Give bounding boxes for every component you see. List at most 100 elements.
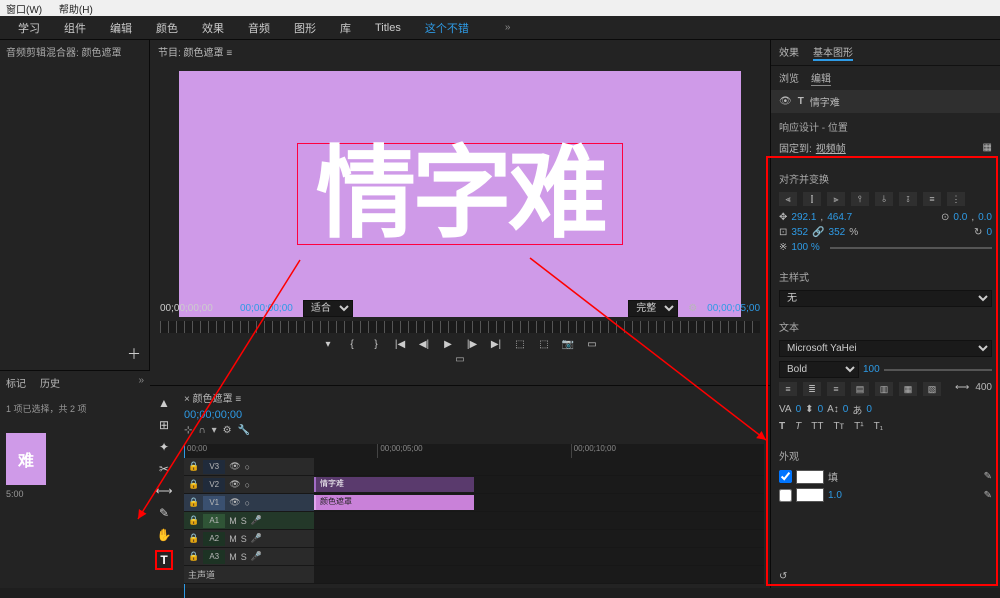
voiceover-icon[interactable]: 🎤 xyxy=(251,533,262,544)
toggle-output-icon[interactable]: 👁 xyxy=(229,479,240,490)
rotation[interactable]: 0 xyxy=(986,227,992,238)
master-style-select[interactable]: 无 xyxy=(779,290,992,307)
slip-tool-icon[interactable]: ⟷ xyxy=(155,484,172,498)
voiceover-icon[interactable]: 🎤 xyxy=(251,551,262,562)
position-y[interactable]: 464.7 xyxy=(827,212,852,223)
all-caps-icon[interactable]: TT xyxy=(811,421,823,432)
text-clip[interactable]: 情字难 xyxy=(314,477,474,492)
program-scrubber[interactable] xyxy=(160,321,760,333)
layer-name[interactable]: 情字难 xyxy=(810,94,840,109)
voiceover-icon[interactable]: 🎤 xyxy=(251,515,262,526)
anchor-y[interactable]: 0.0 xyxy=(978,212,992,223)
small-caps-icon[interactable]: Tᴛ xyxy=(833,421,844,432)
snap-icon[interactable]: ⊹ xyxy=(184,425,192,436)
browse-tab[interactable]: 浏览 xyxy=(779,70,799,86)
menu-help[interactable]: 帮助(H) xyxy=(59,5,93,16)
hand-tool-icon[interactable]: ✋ xyxy=(157,528,172,542)
distribute-h-icon[interactable]: ≡ xyxy=(923,192,941,206)
track-label[interactable]: A2 xyxy=(203,532,225,546)
edit-tab[interactable]: 编辑 xyxy=(811,70,831,86)
pin-grid-icon[interactable]: ▦ xyxy=(983,142,992,153)
font-size[interactable]: 100 xyxy=(863,364,880,375)
baseline[interactable]: 0 xyxy=(843,404,849,415)
tsume[interactable]: 0 xyxy=(866,404,872,415)
superscript-icon[interactable]: T¹ xyxy=(854,421,863,432)
align-right-icon[interactable]: ⫸ xyxy=(827,192,845,206)
play-icon[interactable]: ▶ xyxy=(440,339,456,350)
tab-library[interactable]: 库 xyxy=(340,20,351,36)
selection-tool-icon[interactable]: ▲ xyxy=(158,396,170,410)
essential-graphics-tab[interactable]: 基本图形 xyxy=(813,44,853,61)
justify-all-icon[interactable]: ▧ xyxy=(923,382,941,396)
extract-icon[interactable]: ⬚ xyxy=(536,339,552,350)
tab-edit[interactable]: 编辑 xyxy=(110,20,132,36)
text-bounding-box[interactable]: 情字难 xyxy=(297,143,623,245)
stroke-width[interactable]: 1.0 xyxy=(828,490,842,501)
track-a3[interactable] xyxy=(314,548,764,565)
align-left-icon[interactable]: ⫷ xyxy=(779,192,797,206)
video-canvas[interactable]: 情字难 xyxy=(179,71,741,317)
tab-audio[interactable]: 音频 xyxy=(248,20,270,36)
subscript-icon[interactable]: T₁ xyxy=(874,421,883,432)
wrench-icon[interactable]: 🔧 xyxy=(238,425,250,436)
goto-out-icon[interactable]: ▶| xyxy=(488,339,504,350)
stroke-swatch[interactable] xyxy=(796,488,824,502)
mark-in-icon[interactable]: { xyxy=(344,339,360,350)
tab-effects[interactable]: 效果 xyxy=(202,20,224,36)
align-top-icon[interactable]: ⫯ xyxy=(851,192,869,206)
leading[interactable]: 0 xyxy=(818,404,824,415)
align-center-text-icon[interactable]: ≣ xyxy=(803,382,821,396)
track-v2[interactable]: 情字难 xyxy=(314,476,764,493)
track-v3[interactable] xyxy=(314,458,764,475)
track-v1[interactable]: 颜色遮罩 xyxy=(314,494,764,511)
compare-icon[interactable]: ▭ xyxy=(584,339,600,350)
tab-color[interactable]: 颜色 xyxy=(156,20,178,36)
tab-overflow-icon[interactable]: » xyxy=(505,22,511,33)
track-a1[interactable] xyxy=(314,512,764,529)
track-a2[interactable] xyxy=(314,530,764,547)
tab-assembly[interactable]: 组件 xyxy=(64,20,86,36)
timeline-timecode[interactable]: 00;00;00;00 xyxy=(184,409,764,421)
timecode-current[interactable]: 00;00;00;00 xyxy=(240,303,293,314)
justify-icon[interactable]: ▤ xyxy=(851,382,869,396)
weight-select[interactable]: Bold xyxy=(779,361,859,378)
type-tool-icon[interactable]: T xyxy=(155,550,172,570)
clip-thumbnail[interactable]: 难 xyxy=(6,433,46,485)
track-label[interactable]: A1 xyxy=(203,514,225,528)
justify-last-right-icon[interactable]: ▦ xyxy=(899,382,917,396)
add-icon[interactable]: ＋ xyxy=(127,344,141,364)
align-left-text-icon[interactable]: ≡ xyxy=(779,382,797,396)
track-label[interactable]: V1 xyxy=(203,496,225,510)
pin-target[interactable]: 视频帧 xyxy=(816,140,846,155)
goto-in-icon[interactable]: |◀ xyxy=(392,339,408,350)
razor-tool-icon[interactable]: ✂ xyxy=(159,462,169,476)
ripple-tool-icon[interactable]: ✦ xyxy=(159,440,169,454)
align-bottom-icon[interactable]: ⫱ xyxy=(899,192,917,206)
step-fwd-icon[interactable]: |▶ xyxy=(464,339,480,350)
fill-swatch[interactable] xyxy=(796,470,824,484)
track-label[interactable]: V3 xyxy=(203,460,225,474)
export-frame-icon[interactable]: 📷 xyxy=(560,339,576,350)
align-center-h-icon[interactable]: ⫿ xyxy=(803,192,821,206)
video-clip[interactable]: 颜色遮罩 xyxy=(314,495,474,510)
link-icon[interactable]: 🔗 xyxy=(812,227,824,238)
tracking[interactable]: 400 xyxy=(975,382,992,396)
lift-icon[interactable]: ⬚ xyxy=(512,339,528,350)
stroke-toggle[interactable] xyxy=(779,489,792,502)
pen-tool-icon[interactable]: ✎ xyxy=(159,506,169,520)
size-slider[interactable] xyxy=(884,369,992,371)
tab-titles[interactable]: Titles xyxy=(375,22,401,34)
fill-toggle[interactable] xyxy=(779,470,792,483)
anchor-x[interactable]: 0.0 xyxy=(953,212,967,223)
align-right-text-icon[interactable]: ≡ xyxy=(827,382,845,396)
tab-graphics[interactable]: 图形 xyxy=(294,20,316,36)
tab-learn[interactable]: 学习 xyxy=(18,20,40,36)
effects-tab[interactable]: 效果 xyxy=(779,44,799,61)
mark-out-icon[interactable]: } xyxy=(368,339,384,350)
reset-icon[interactable]: ↺ xyxy=(779,571,787,582)
opacity[interactable]: 100 % xyxy=(791,242,819,253)
track-select-tool-icon[interactable]: ⊞ xyxy=(159,418,169,432)
kerning[interactable]: 0 xyxy=(796,404,802,415)
track-label[interactable]: V2 xyxy=(203,478,225,492)
visibility-icon[interactable]: 👁 xyxy=(779,96,792,107)
